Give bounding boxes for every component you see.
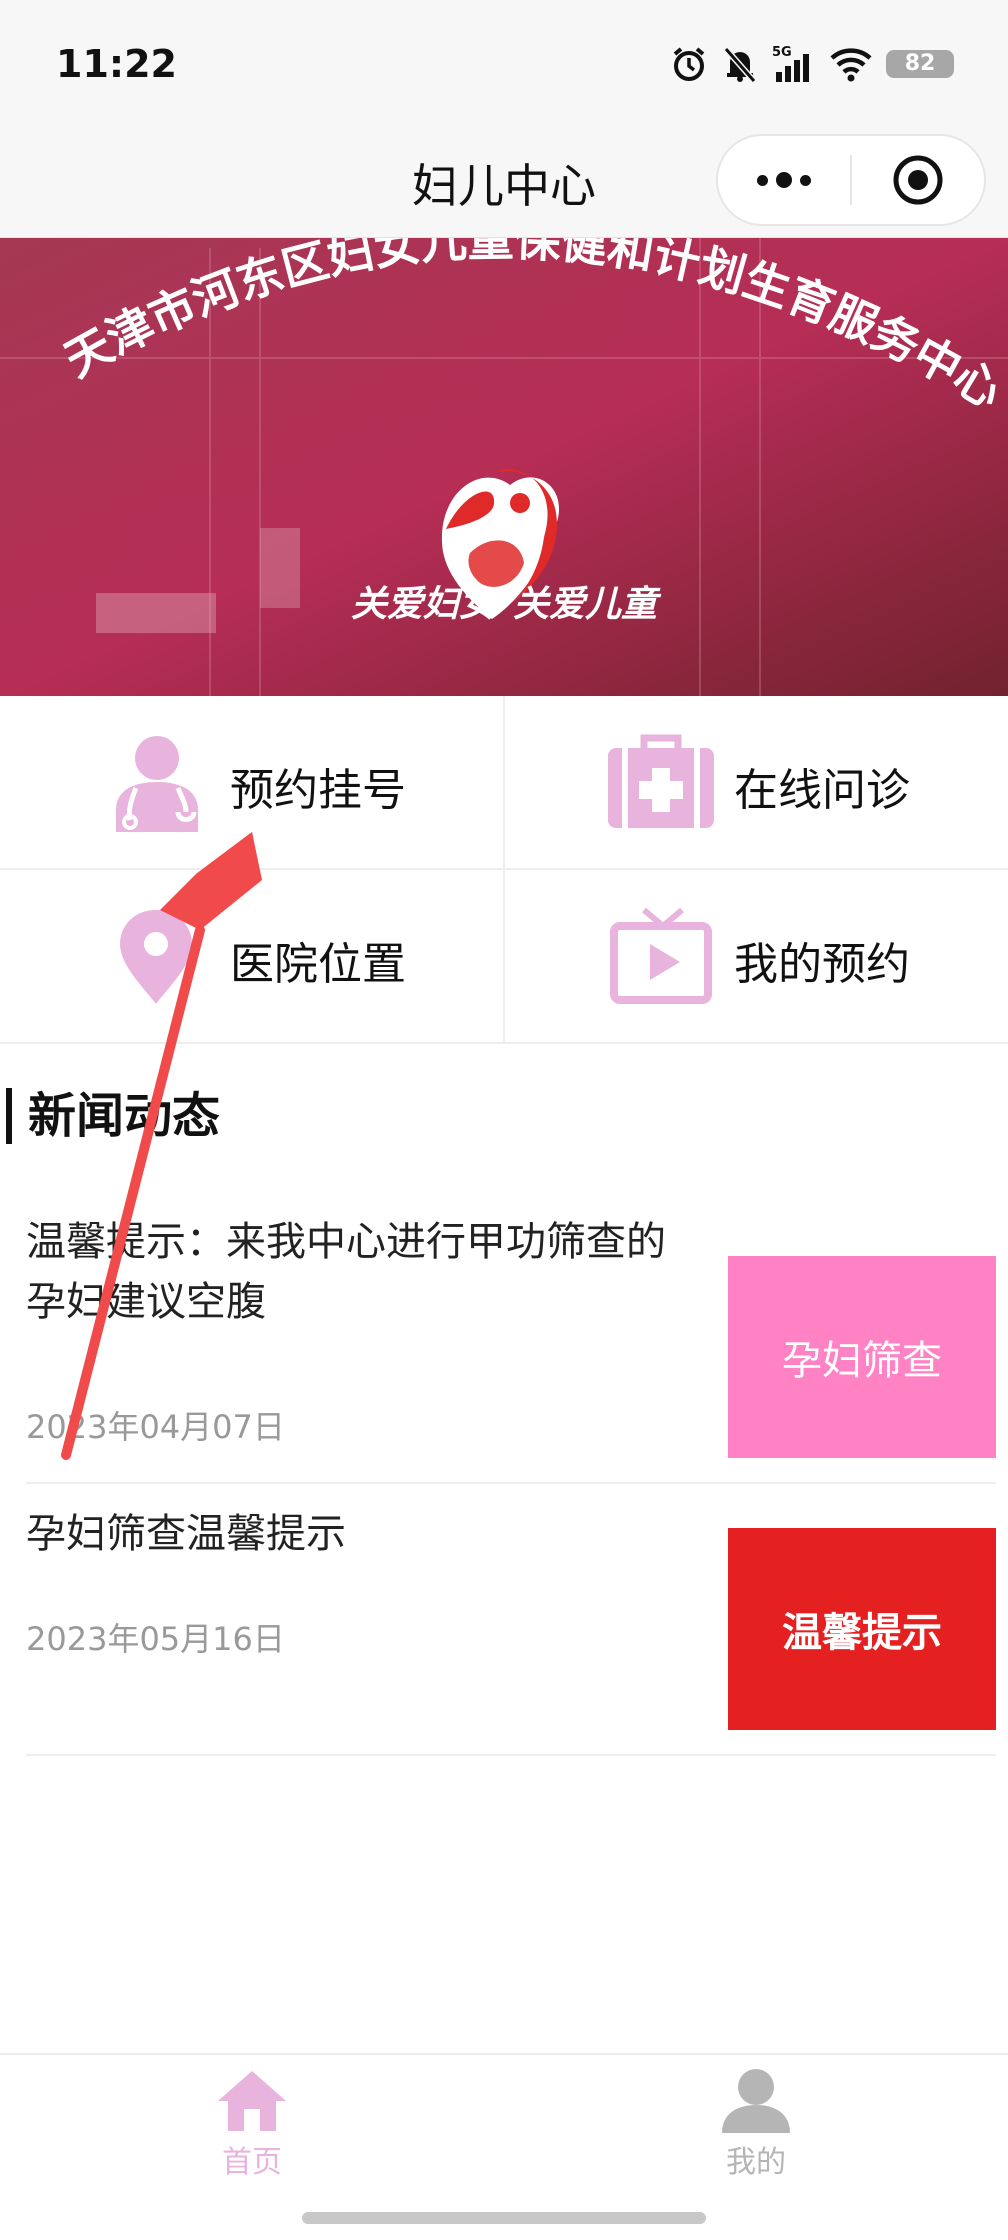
news-thumbnail-text: 孕妇筛查 xyxy=(782,1338,942,1384)
news-section-title: 新闻动态 xyxy=(6,1088,220,1144)
tab-home-label: 首页 xyxy=(222,2145,282,2180)
nav-bar: 妇儿中心 xyxy=(0,130,1008,238)
banner-slogan: 关爱妇女 关爱儿童 xyxy=(351,584,662,624)
menu-label-online-consult: 在线问诊 xyxy=(734,765,910,816)
tab-home[interactable]: 首页 xyxy=(152,2067,352,2181)
news-item-title: 孕妇筛查温馨提示 xyxy=(26,1511,346,1557)
menu-item-appointment[interactable]: 预约挂号 xyxy=(0,696,504,870)
close-program-button[interactable] xyxy=(852,136,984,224)
menu-item-hospital-location[interactable]: 医院位置 xyxy=(0,870,504,1044)
news-item-date: 2023年04月07日 xyxy=(26,1408,285,1446)
more-dot-icon xyxy=(776,172,792,188)
alarm-icon xyxy=(670,45,708,83)
target-close-icon xyxy=(893,155,943,205)
banner-graphic: 天津市河东区妇女儿童保健和计划生育服务中心 关爱妇女 关爱儿童 xyxy=(0,238,1008,696)
wifi-icon xyxy=(830,46,872,82)
battery-indicator: 82 xyxy=(886,50,954,78)
menu-label-my-appointments: 我的预约 xyxy=(734,939,910,990)
menu-item-online-consult[interactable]: 在线问诊 xyxy=(504,696,1008,870)
tv-play-icon xyxy=(610,907,712,1004)
news-list-item[interactable]: 温馨提示：来我中心进行甲功筛查的孕妇建议空腹 2023年04月07日 孕妇筛查 xyxy=(26,1212,996,1484)
news-item-thumbnail: 孕妇筛查 xyxy=(728,1256,996,1458)
more-button[interactable] xyxy=(718,136,850,224)
news-item-title: 温馨提示：来我中心进行甲功筛查的孕妇建议空腹 xyxy=(26,1219,666,1325)
menu-item-my-appointments[interactable]: 我的预约 xyxy=(504,870,1008,1044)
menu-label-hospital-location: 医院位置 xyxy=(230,939,406,990)
quick-menu: 预约挂号 在线问诊 医院位置 我的预约 xyxy=(0,696,1008,1044)
news-thumbnail-text: 温馨提示 xyxy=(782,1610,942,1656)
mute-bell-icon xyxy=(722,45,758,83)
home-icon xyxy=(218,2071,286,2131)
status-time: 11:22 xyxy=(56,42,177,86)
medical-kit-icon xyxy=(608,734,714,828)
status-icons: 5G 82 xyxy=(670,44,954,84)
home-indicator xyxy=(302,2212,706,2224)
banner-image[interactable]: 天津市河东区妇女儿童保健和计划生育服务中心 关爱妇女 关爱儿童 xyxy=(0,238,1008,696)
cellular-5g-icon: 5G xyxy=(772,44,816,84)
svg-text:5G: 5G xyxy=(772,45,792,60)
news-item-date: 2023年05月16日 xyxy=(26,1620,285,1658)
tab-profile-label: 我的 xyxy=(726,2145,786,2180)
user-icon xyxy=(722,2069,790,2133)
status-bar: 11:22 5G 82 xyxy=(0,0,1008,130)
more-dot-icon xyxy=(757,174,768,186)
location-pin-icon xyxy=(120,910,192,1004)
doctor-icon xyxy=(116,736,198,832)
menu-label-appointment: 预约挂号 xyxy=(230,765,406,816)
more-dot-icon xyxy=(800,174,811,186)
mini-program-capsule xyxy=(716,134,986,226)
news-list-item[interactable]: 孕妇筛查温馨提示 2023年05月16日 温馨提示 xyxy=(26,1484,996,1756)
news-item-thumbnail: 温馨提示 xyxy=(728,1528,996,1730)
tab-profile[interactable]: 我的 xyxy=(656,2067,856,2181)
